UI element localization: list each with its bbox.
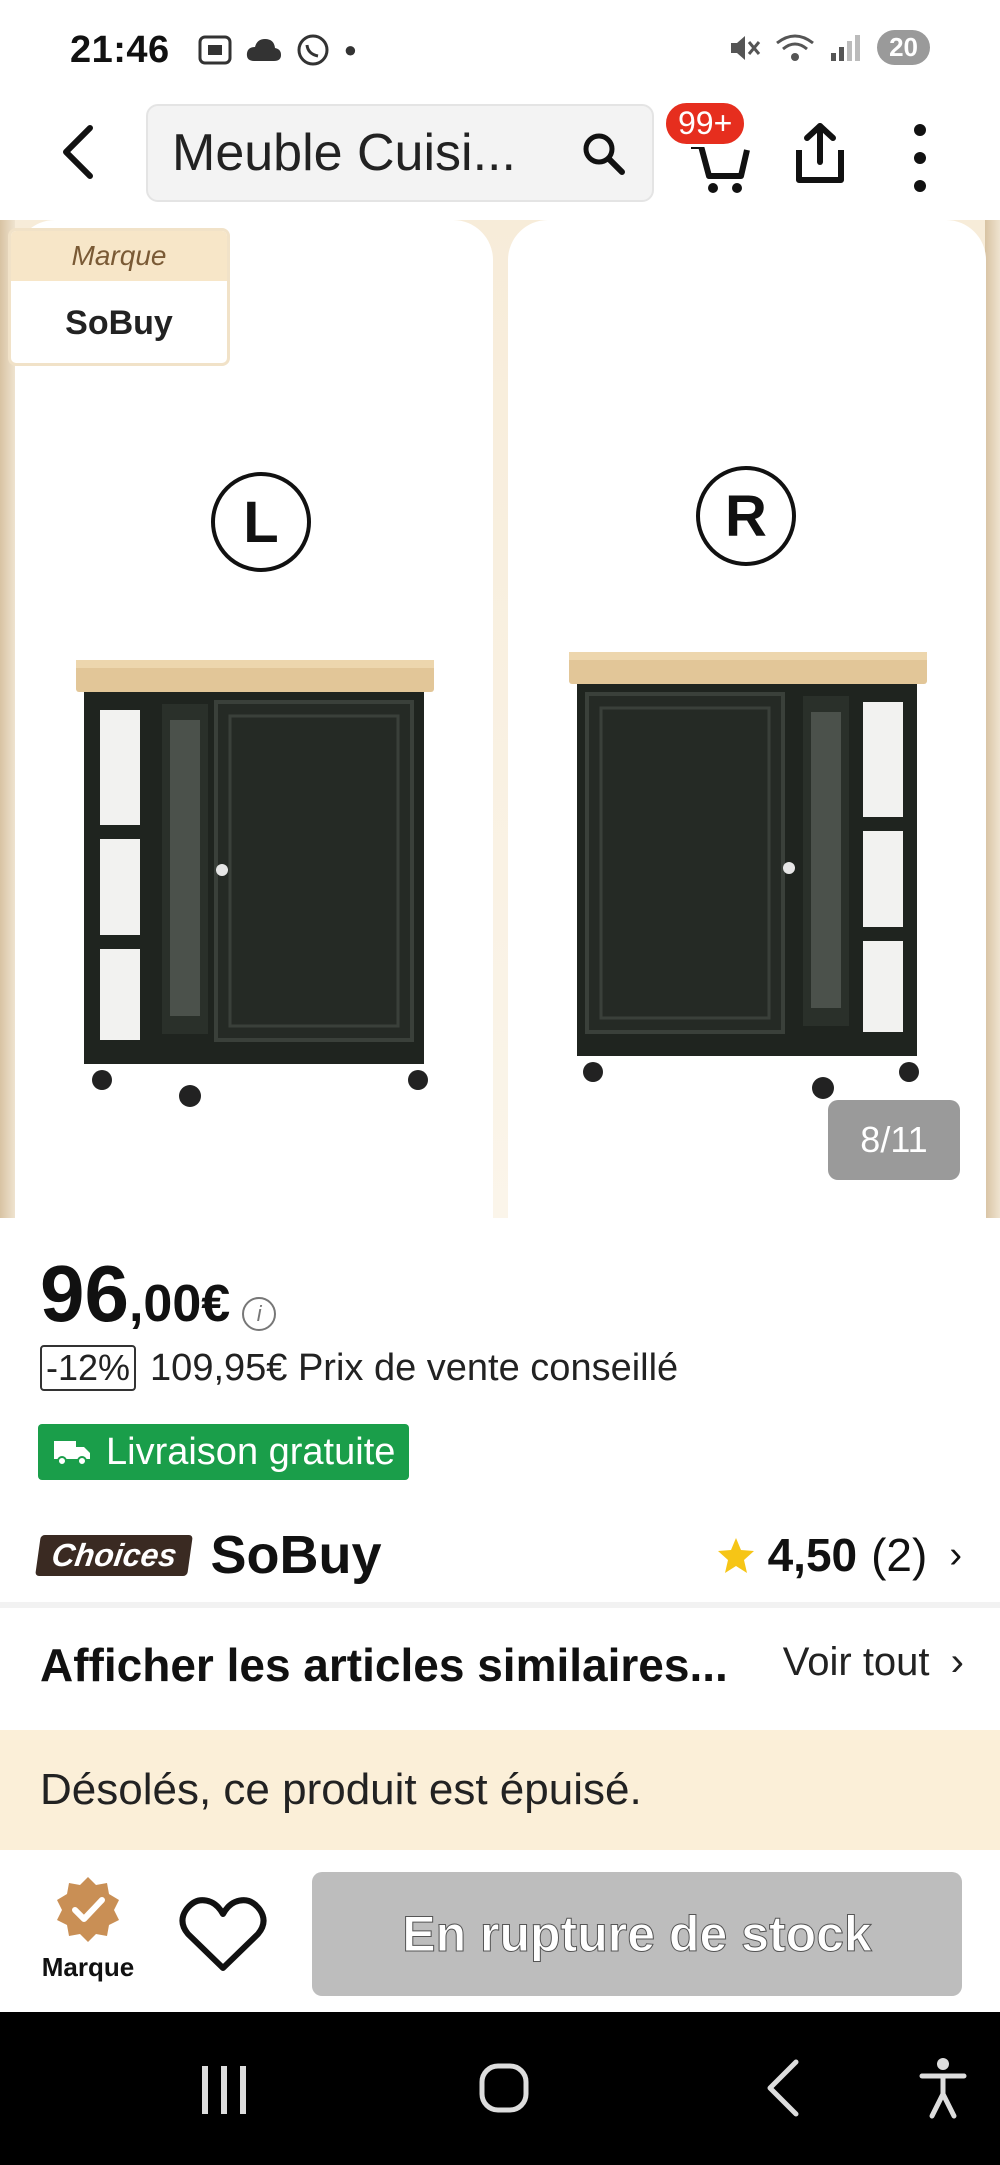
top-navigation: Meuble Cuisi... 99+ — [0, 100, 1000, 210]
right-version-label: R — [696, 466, 796, 566]
status-notification-icons: ● — [198, 33, 357, 67]
price-integer: 96 — [40, 1249, 129, 1338]
share-button[interactable] — [785, 118, 855, 188]
more-options-icon[interactable] — [900, 118, 940, 198]
similar-items-title: Afficher les articles similaires... — [40, 1639, 728, 1691]
search-icon[interactable] — [578, 128, 628, 178]
cart-button[interactable]: 99+ — [663, 100, 765, 200]
product-image-left-version: L — [15, 220, 493, 1218]
price-decimal: ,00€ — [128, 1275, 231, 1333]
star-icon — [717, 1538, 754, 1573]
cart-badge: 99+ — [663, 100, 748, 147]
chevron-right-icon: › — [950, 1640, 964, 1684]
status-system-icons: 20 — [729, 30, 930, 65]
brand-card[interactable]: Marque SoBuy — [8, 228, 230, 366]
free-shipping-badge: Livraison gratuite — [38, 1424, 410, 1480]
search-query[interactable]: Meuble Cuisi... — [172, 123, 578, 183]
back-button[interactable] — [50, 122, 110, 182]
rating-count: (2) — [871, 1529, 928, 1581]
gallery-edge-right — [985, 220, 1000, 1218]
cabinet-left-image — [76, 660, 434, 1107]
cloud-icon — [246, 39, 281, 61]
cabinet-right-image — [569, 652, 927, 1099]
status-time: 21:46 — [70, 28, 170, 71]
screenshot-icon — [198, 35, 232, 65]
product-image-right-version: R — [508, 220, 986, 1218]
seller-row[interactable]: Choices SoBuy 4,50 (2) › — [35, 1520, 962, 1590]
choices-badge: Choices — [35, 1534, 194, 1576]
status-bar: 21:46 ● 20 — [0, 0, 1000, 100]
seller-name[interactable]: SoBuy — [210, 1524, 381, 1586]
brand-card-name: SoBuy — [65, 303, 173, 342]
brand-badge-icon — [57, 1877, 119, 1942]
product-image-gallery[interactable]: L Marque SoBuy R 8/11 — [0, 220, 1000, 1218]
rating[interactable]: 4,50 (2) › — [716, 1528, 962, 1582]
discount-badge: -12% — [40, 1345, 137, 1391]
info-icon[interactable]: i — [242, 1297, 277, 1331]
recommended-price-row: -12% 109,95€ Prix de vente conseillé — [40, 1345, 678, 1391]
gallery-edge-left — [0, 220, 15, 1218]
brand-card-label: Marque — [11, 231, 227, 281]
search-bar[interactable]: Meuble Cuisi... — [146, 104, 654, 202]
brand-button-label: Marque — [41, 1952, 135, 1982]
heart-icon[interactable] — [178, 1894, 268, 1974]
accessibility-icon[interactable] — [918, 2056, 968, 2120]
wifi-icon — [776, 34, 814, 61]
truck-icon — [54, 1441, 90, 1466]
recommended-price: 109,95€ Prix de vente conseillé — [150, 1346, 679, 1389]
signal-icon — [831, 34, 861, 61]
image-counter: 8/11 — [828, 1100, 960, 1180]
free-shipping-label: Livraison gratuite — [106, 1430, 396, 1473]
price: 96 ,00€ i — [40, 1248, 277, 1340]
system-back-icon[interactable] — [760, 2056, 804, 2120]
bottom-action-bar: Marque En rupture de stock — [0, 1852, 1000, 2012]
dot-icon: ● — [343, 37, 357, 62]
home-icon[interactable] — [478, 2060, 530, 2116]
brand-button[interactable]: Marque — [40, 1874, 136, 1983]
see-all-link[interactable]: Voir tout › — [783, 1640, 964, 1685]
recent-apps-icon[interactable] — [198, 2062, 250, 2118]
android-navigation-bar — [0, 2012, 1000, 2165]
chevron-right-icon[interactable]: › — [949, 1534, 962, 1577]
mute-icon — [731, 35, 761, 60]
left-version-label: L — [211, 472, 311, 572]
sold-out-banner: Désolés, ce produit est épuisé. — [0, 1730, 1000, 1850]
section-divider — [0, 1602, 1000, 1608]
see-all-label: Voir tout — [782, 1640, 930, 1684]
whatsapp-icon — [297, 34, 329, 66]
rating-value: 4,50 — [767, 1529, 858, 1581]
out-of-stock-button[interactable]: En rupture de stock — [312, 1872, 962, 1996]
battery-indicator: 20 — [877, 30, 930, 65]
similar-items-header[interactable]: Afficher les articles similaires... Voir… — [40, 1620, 964, 1710]
